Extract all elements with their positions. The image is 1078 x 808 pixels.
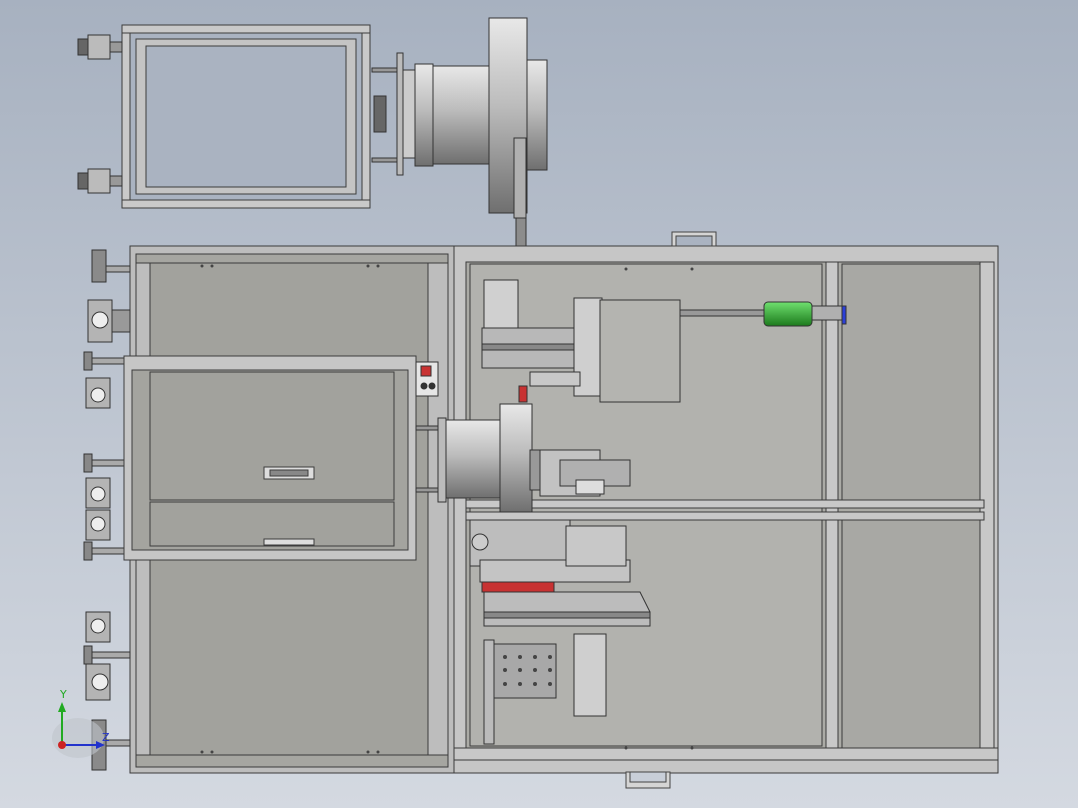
top-cart-frame: [121, 24, 371, 209]
cad-drawing: Y Z: [0, 0, 1078, 808]
cad-viewport[interactable]: Y Z: [0, 0, 1078, 808]
triad-y-label: Y: [59, 688, 67, 701]
triad-z-label: Z: [102, 731, 110, 744]
control-box: [415, 361, 439, 397]
middle-cart-frame: [123, 355, 417, 561]
